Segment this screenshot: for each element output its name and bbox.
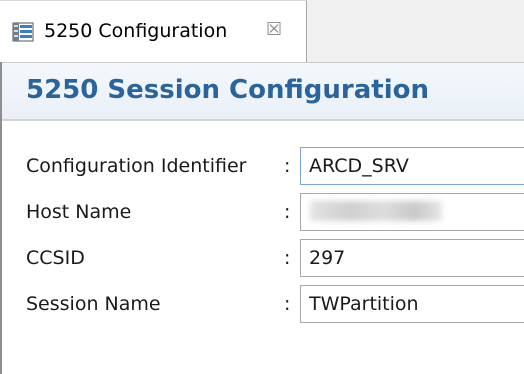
page-title: 5250 Session Configuration xyxy=(26,75,429,105)
header-divider xyxy=(2,120,524,121)
editor-tab-strip: 5250 Configuration ☒ xyxy=(0,0,524,63)
config-table-icon xyxy=(12,21,34,43)
form-row-host-name: Host Name : xyxy=(0,191,524,237)
session-name-label: Session Name xyxy=(26,293,161,315)
field-separator: : xyxy=(284,293,291,315)
session-name-input[interactable] xyxy=(300,285,524,323)
form-row-session-name: Session Name : xyxy=(0,283,524,329)
field-separator: : xyxy=(284,155,291,177)
close-icon[interactable]: ☒ xyxy=(266,19,282,41)
form-row-configuration-identifier: Configuration Identifier : xyxy=(0,145,524,191)
form-row-ccsid: CCSID : xyxy=(0,237,524,283)
redacted-host-value xyxy=(310,201,442,221)
configuration-identifier-input[interactable] xyxy=(300,147,524,185)
ccsid-label: CCSID xyxy=(26,247,85,269)
host-name-label: Host Name xyxy=(26,201,132,223)
field-separator: : xyxy=(284,247,291,269)
tab-5250-configuration[interactable]: 5250 Configuration ☒ xyxy=(0,0,307,62)
field-separator: : xyxy=(284,201,291,223)
ccsid-input[interactable] xyxy=(300,239,524,277)
tab-label: 5250 Configuration xyxy=(44,20,228,42)
configuration-identifier-label: Configuration Identifier xyxy=(26,155,247,177)
